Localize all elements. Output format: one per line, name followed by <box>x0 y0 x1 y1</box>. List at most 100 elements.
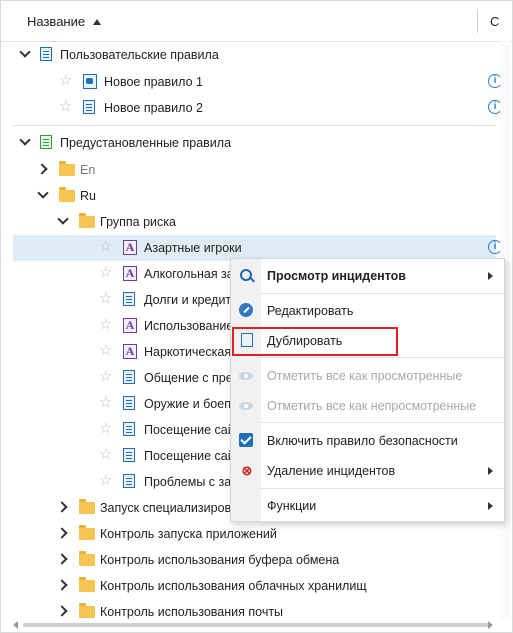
tree-item-label: Посещение сайт <box>144 449 241 463</box>
menu-item-view-incidents[interactable]: Просмотр инцидентов <box>231 262 504 290</box>
chevron-right-icon[interactable] <box>56 553 68 565</box>
tree-node-label: Контроль запуска приложений <box>100 527 277 541</box>
submenu-arrow-icon <box>488 467 493 475</box>
tree-node-en[interactable]: En <box>13 157 496 183</box>
tree-item-label: Новое правило 1 <box>104 75 203 89</box>
scroll-left-arrow-icon[interactable] <box>13 621 18 629</box>
tree-node-ru[interactable]: Ru <box>13 183 496 209</box>
text-rule-icon: A <box>123 344 137 359</box>
favorite-star-icon[interactable]: ☆ <box>99 447 112 463</box>
tree-node-preset-rules[interactable]: Предустановленные правила <box>13 130 496 156</box>
tree-item-label: Азартные игроки <box>144 241 242 255</box>
chevron-right-icon[interactable] <box>56 527 68 539</box>
text-rule-icon: A <box>123 318 137 333</box>
favorite-star-icon[interactable]: ☆ <box>99 343 112 359</box>
chevron-right-icon[interactable] <box>56 501 68 513</box>
chevron-right-icon[interactable] <box>56 579 68 591</box>
favorite-star-icon[interactable]: ☆ <box>99 473 112 489</box>
tree-item-label: Общение с прес <box>144 371 239 385</box>
text-rule-icon: A <box>123 266 137 281</box>
document-rule-icon <box>83 100 95 114</box>
tree-item-label: Использование <box>144 319 234 333</box>
submenu-arrow-icon <box>488 272 493 280</box>
document-rule-icon <box>123 474 135 488</box>
favorite-star-icon[interactable]: ☆ <box>99 265 112 281</box>
tree-item-label: Посещение сайт <box>144 423 241 437</box>
tree-item-label: Алкогольная зав <box>144 267 241 281</box>
highlight-annotation-box <box>232 327 398 356</box>
tree-node-label: Ru <box>80 189 96 203</box>
scroll-right-arrow-icon[interactable] <box>488 621 493 629</box>
folder-icon <box>79 577 95 592</box>
menu-item-label: Отметить все как непросмотренные <box>267 399 477 413</box>
favorite-star-icon[interactable]: ☆ <box>99 421 112 437</box>
checkbox-checked-icon <box>239 433 253 447</box>
favorite-star-icon[interactable]: ☆ <box>99 369 112 385</box>
horizontal-scrollbar[interactable] <box>13 620 493 629</box>
tree-item-label: Новое правило 2 <box>104 101 203 115</box>
rules-folder-icon <box>40 47 52 61</box>
favorite-star-icon[interactable]: ☆ <box>99 395 112 411</box>
tree-item-rule[interactable]: ☆ Новое правило 1 i <box>13 69 502 95</box>
column-header-second[interactable]: С <box>490 14 499 29</box>
document-rule-icon <box>123 422 135 436</box>
chevron-right-icon[interactable] <box>36 163 48 175</box>
folder-icon <box>59 161 75 176</box>
menu-item-edit[interactable]: Редактировать <box>231 297 504 325</box>
document-rule-icon <box>123 292 135 306</box>
favorite-star-icon[interactable]: ☆ <box>99 291 112 307</box>
menu-item-label: Редактировать <box>267 304 354 318</box>
menu-separator <box>261 422 504 423</box>
tree-node-label: Контроль использования облачных хранилищ <box>100 579 367 593</box>
folder-icon <box>79 525 95 540</box>
favorite-star-icon[interactable]: ☆ <box>59 99 72 115</box>
table-header: Название С <box>1 1 512 42</box>
folder-icon <box>79 603 95 618</box>
menu-item-functions[interactable]: Функции <box>231 492 504 520</box>
menu-item-mark-all-unviewed[interactable]: Отметить все как непросмотренные <box>231 392 504 420</box>
chevron-right-icon[interactable] <box>56 605 68 617</box>
tree-node-risk-group[interactable]: Группа риска <box>13 209 496 235</box>
chevron-down-icon[interactable] <box>19 46 31 58</box>
tree-node-label: Контроль использования буфера обмена <box>100 553 340 567</box>
context-menu: Просмотр инцидентов Редактировать Дублир… <box>230 258 505 522</box>
preset-rules-icon <box>40 135 52 149</box>
column-separator[interactable] <box>477 9 478 33</box>
menu-item-delete-incidents[interactable]: ⊗ Удаление инцидентов <box>231 457 504 485</box>
tree-node-folder[interactable]: Контроль запуска приложений <box>13 521 496 547</box>
scrollbar-thumb[interactable] <box>23 623 491 627</box>
chevron-down-icon[interactable] <box>19 134 31 146</box>
tree-node-label: Контроль использования почты <box>100 605 284 619</box>
eye-icon <box>239 372 253 380</box>
tree-item-rule[interactable]: ☆ Новое правило 2 i <box>13 95 502 121</box>
menu-separator <box>261 488 504 489</box>
tree-item-label: Оружие и боепр <box>144 397 238 411</box>
folder-icon <box>79 499 95 514</box>
submenu-arrow-icon <box>488 502 493 510</box>
folder-icon <box>59 187 75 202</box>
tree-node-user-rules[interactable]: Пользовательские правила <box>13 42 496 68</box>
folder-icon <box>79 213 95 228</box>
menu-separator <box>261 357 504 358</box>
menu-item-enable-rule[interactable]: Включить правило безопасности <box>231 427 504 455</box>
column-header-name[interactable]: Название <box>27 14 85 29</box>
search-icon <box>240 269 252 281</box>
document-rule-icon <box>123 396 135 410</box>
menu-item-mark-all-viewed[interactable]: Отметить все как просмотренные <box>231 362 504 390</box>
tree-node-label: Запуск специализирова <box>100 501 238 515</box>
sort-ascending-icon[interactable] <box>93 19 101 25</box>
menu-item-label: Функции <box>267 499 317 513</box>
folder-icon <box>79 551 95 566</box>
favorite-star-icon[interactable]: ☆ <box>99 239 112 255</box>
favorite-star-icon[interactable]: ☆ <box>59 73 72 89</box>
eye-icon <box>239 402 253 410</box>
tree-item-label: Долги и кредиты <box>144 293 241 307</box>
tree-node-folder[interactable]: Контроль использования облачных хранилищ <box>13 573 496 599</box>
chevron-down-icon[interactable] <box>37 187 49 199</box>
tree-node-label: Группа риска <box>100 215 176 229</box>
favorite-star-icon[interactable]: ☆ <box>99 317 112 333</box>
text-rule-icon: A <box>123 240 137 255</box>
tree-node-folder[interactable]: Контроль использования буфера обмена <box>13 547 496 573</box>
chevron-down-icon[interactable] <box>57 213 69 225</box>
menu-item-label: Включить правило безопасности <box>267 434 458 448</box>
